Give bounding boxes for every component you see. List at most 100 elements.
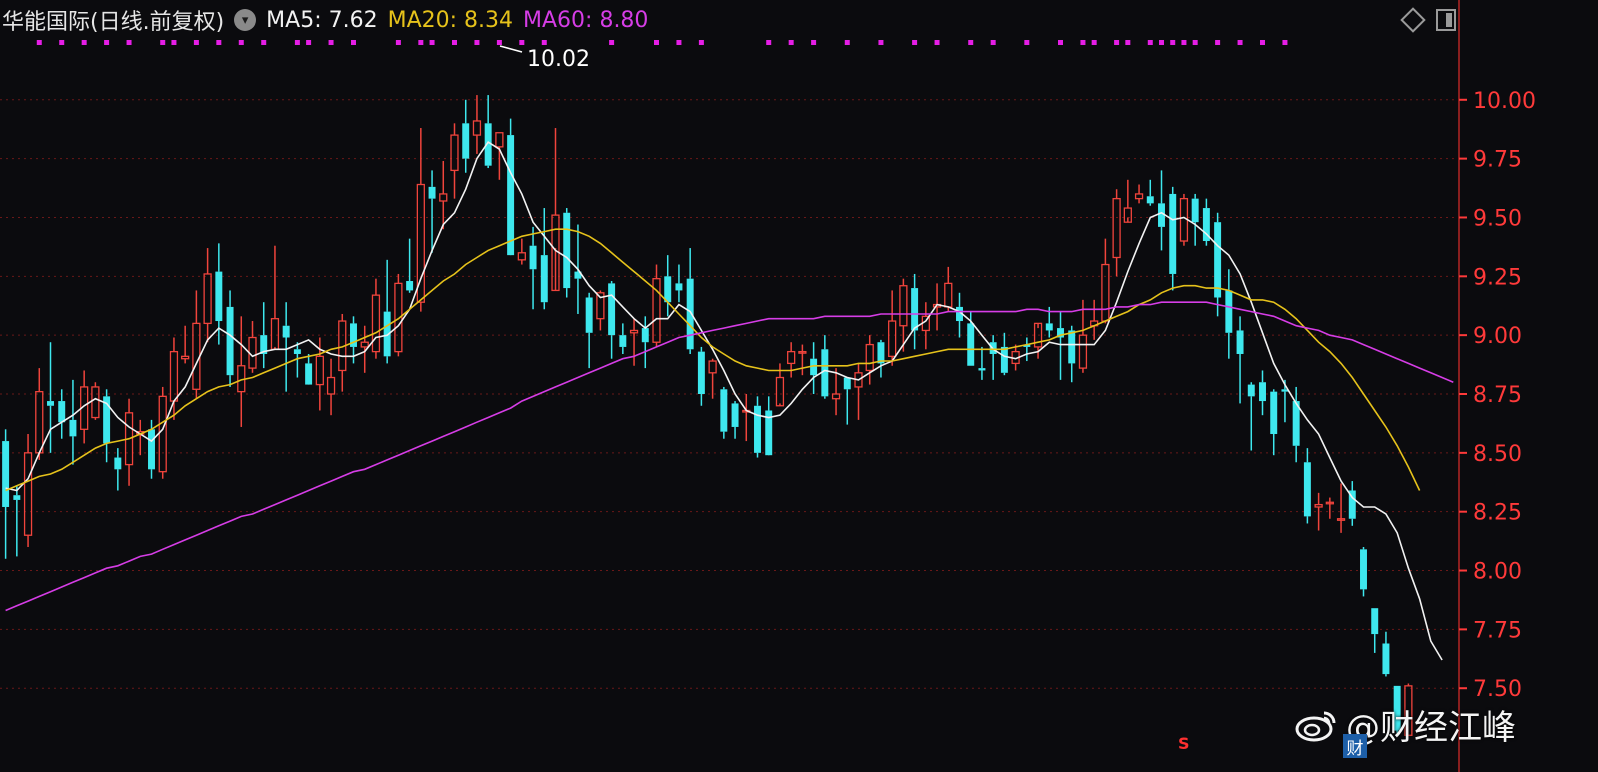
candle-body <box>708 360 717 374</box>
candle-body <box>585 297 593 333</box>
candle <box>472 95 482 154</box>
candle-body <box>967 323 975 366</box>
candle-body <box>720 389 728 432</box>
candle-body <box>360 341 369 348</box>
event-marker <box>698 40 704 45</box>
candle-body <box>1382 643 1390 675</box>
event-marker <box>654 40 659 45</box>
candle <box>697 346 705 406</box>
event-marker <box>1024 40 1030 45</box>
candle <box>641 316 649 369</box>
event-marker <box>294 40 300 45</box>
candle-body <box>47 401 54 406</box>
candle <box>1360 546 1367 597</box>
candle-body <box>462 123 470 159</box>
candle-body <box>226 306 234 376</box>
event-marker <box>59 40 65 45</box>
candle <box>787 342 796 378</box>
candle-body <box>58 401 66 423</box>
candle-body <box>517 252 526 261</box>
candle-body <box>1068 330 1076 364</box>
candle <box>1078 299 1088 373</box>
candle <box>439 160 448 230</box>
candle-body <box>664 276 672 303</box>
candle <box>608 281 616 359</box>
candle <box>270 245 280 350</box>
weibo-icon <box>1295 711 1336 741</box>
candle <box>754 396 761 458</box>
y-tick-label: 9.50 <box>1473 206 1522 231</box>
candle-body <box>629 329 639 334</box>
candle <box>675 264 683 303</box>
candle-body <box>1101 263 1110 322</box>
weibo-watermark: @财经江峰 <box>1294 700 1516 749</box>
candle <box>1270 389 1278 456</box>
candle <box>1158 170 1165 251</box>
candle-body <box>1191 198 1199 223</box>
candle-body <box>697 351 705 394</box>
event-marker <box>1147 40 1153 45</box>
candle <box>114 448 122 491</box>
candle-body <box>686 278 694 350</box>
candle-body <box>158 395 167 473</box>
y-tick-label: 9.25 <box>1473 265 1522 290</box>
candle <box>1112 189 1121 277</box>
event-marker-layer <box>36 40 1288 45</box>
candle-body <box>305 363 313 385</box>
event-marker <box>171 40 177 45</box>
candle <box>484 95 492 169</box>
candle <box>1348 481 1356 526</box>
candle <box>326 358 336 416</box>
candlestick-chart: 10.00 9.75 9.50 9.25 9.00 8.75 8.50 8.25 8.00 7.7… <box>0 0 1536 772</box>
candle <box>585 292 593 369</box>
candle <box>798 344 807 376</box>
candle-body <box>1045 323 1053 331</box>
candle <box>1281 379 1289 423</box>
y-tick-label: 8.25 <box>1473 501 1522 526</box>
candle <box>181 325 190 364</box>
candle <box>1247 382 1255 451</box>
y-tick-label: 9.75 <box>1473 148 1522 173</box>
annotation-layer: 10.02 <box>499 45 590 72</box>
candle <box>1057 311 1064 380</box>
event-marker <box>496 40 502 45</box>
candle <box>551 128 560 292</box>
candle <box>136 419 145 456</box>
candle <box>563 208 571 298</box>
event-marker <box>1192 40 1198 45</box>
candle-body <box>1225 290 1233 333</box>
candle <box>1068 325 1076 383</box>
candle <box>1371 608 1379 653</box>
event-marker <box>216 40 222 45</box>
candle <box>821 335 829 399</box>
candle <box>664 255 672 317</box>
event-marker <box>81 40 87 45</box>
event-marker <box>238 40 244 45</box>
event-marker <box>160 40 166 45</box>
ma60-line <box>5 301 1454 612</box>
candle <box>69 379 77 465</box>
candle-body <box>529 245 537 270</box>
candle <box>540 208 548 310</box>
event-marker <box>878 40 884 45</box>
candle <box>1214 212 1222 317</box>
candle <box>371 278 381 359</box>
candle-body <box>1134 193 1144 200</box>
candle-body <box>1360 549 1367 590</box>
event-marker <box>474 40 480 45</box>
moving-average-layer <box>5 141 1454 661</box>
candle-body <box>1371 608 1379 635</box>
event-marker <box>193 40 199 45</box>
candle-body <box>831 393 841 400</box>
candle-body <box>406 281 414 291</box>
candle <box>495 132 504 180</box>
candle <box>877 339 885 378</box>
candle <box>865 335 874 385</box>
candle <box>305 353 313 385</box>
candle <box>944 266 953 312</box>
candle-body <box>315 355 324 386</box>
candle-body <box>371 294 381 353</box>
candle <box>1303 448 1311 524</box>
candle <box>1134 184 1144 204</box>
candle <box>237 316 246 427</box>
